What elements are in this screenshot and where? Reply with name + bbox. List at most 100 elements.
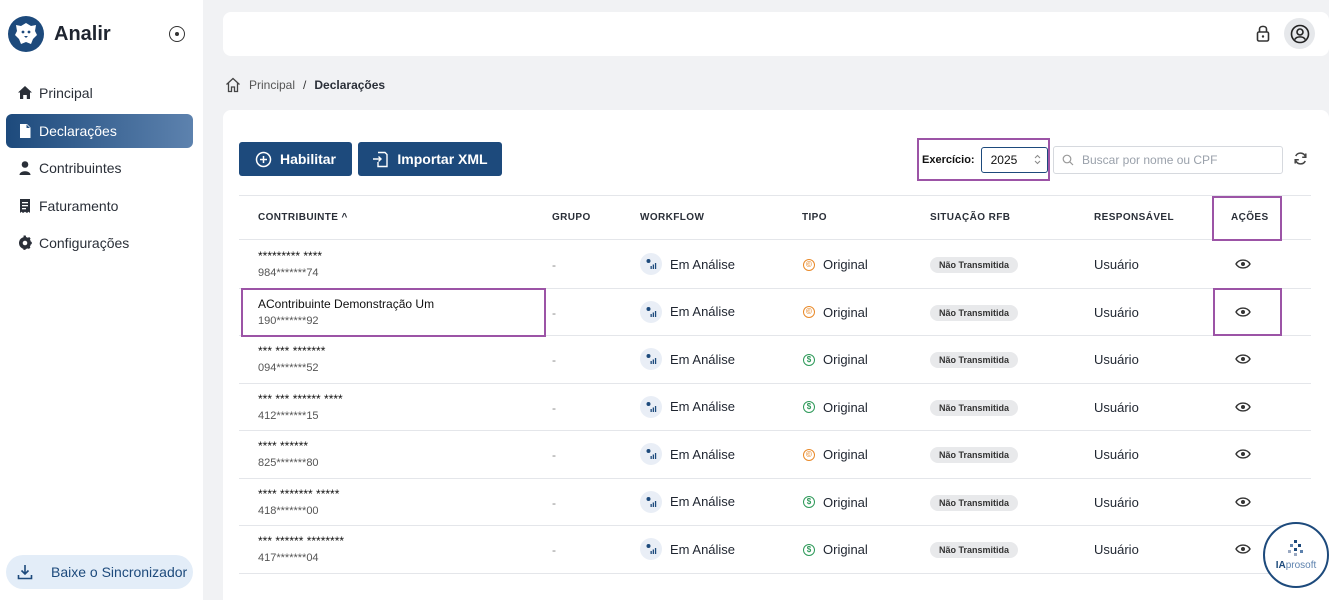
column-responsavel: RESPONSÁVEL [1094, 212, 1174, 223]
habilitar-button[interactable]: Habilitar [239, 142, 352, 176]
workflow-status: Em Análise [640, 490, 736, 513]
exercicio-label: Exercício: [922, 153, 975, 166]
breadcrumb-home-link[interactable]: Principal [249, 78, 295, 92]
plus-circle-icon [255, 151, 272, 167]
importar-xml-button[interactable]: Importar XML [358, 142, 502, 176]
download-sync-label: Baixe o Sincronizador [51, 564, 188, 580]
iaprosoft-assistant-widget[interactable]: IAprosoft [1263, 522, 1329, 588]
eye-icon[interactable] [1235, 401, 1251, 413]
table-header: CONTRIBUINTE ^ GRUPO WORKFLOW TIPO SITUA… [239, 195, 1311, 240]
grupo-value: - [552, 495, 556, 510]
table-row[interactable]: *** *** ******* 094*******52 - Em Análise $ O… [239, 336, 1311, 384]
column-contribuinte-label: CONTRIBUINTE [258, 212, 339, 223]
table-row[interactable]: *** ****** ******** 417*******04 - Em Análi… [239, 526, 1311, 574]
user-avatar[interactable] [1284, 18, 1315, 49]
contribuinte-cpf: 417*******04 [258, 552, 319, 564]
grupo-value: - [552, 400, 556, 415]
updown-chevron-icon [1034, 154, 1041, 165]
gear-icon [19, 235, 32, 250]
column-contribuinte[interactable]: CONTRIBUINTE ^ [258, 212, 348, 223]
sidebar-item-configuracoes[interactable]: Configurações [6, 226, 193, 260]
sort-asc-icon: ^ [341, 212, 348, 223]
grupo-value: - [552, 353, 556, 367]
sidebar-item-label: Configurações [39, 235, 130, 251]
search-placeholder: Buscar por nome ou CPF [1082, 153, 1218, 167]
download-icon [17, 565, 33, 580]
sidebar: Analir Principal Declarações Contribuint… [0, 0, 203, 600]
tipo-value: © Original [803, 257, 868, 272]
workflow-status: Em Análise [640, 395, 735, 418]
column-tipo: TIPO [802, 212, 827, 223]
table-row[interactable]: *** *** ****** **** 412*******15 - Em Análi… [239, 384, 1311, 431]
refresh-icon[interactable] [1293, 151, 1308, 166]
workflow-status: Em Análise [640, 348, 735, 370]
iaprosoft-logo-icon [1288, 540, 1303, 556]
eye-icon[interactable] [1235, 353, 1251, 365]
widget-brand-a: IA [1275, 560, 1286, 571]
sidebar-item-principal[interactable]: Principal [6, 76, 193, 110]
eye-icon[interactable] [1235, 258, 1251, 270]
workflow-chart-icon [640, 490, 662, 513]
table-row[interactable]: **** ****** 825*******80 - Em Análise © Origi… [239, 431, 1311, 479]
contribuinte-name: *** *** ******* [258, 344, 326, 358]
workflow-status: Em Análise [640, 443, 735, 465]
person-icon [19, 161, 31, 175]
status-badge: Não Transmitida [930, 257, 1019, 273]
sidebar-item-contribuintes[interactable]: Contribuintes [6, 151, 193, 185]
column-situacao-rfb: SITUAÇÃO RFB [930, 212, 1011, 223]
workflow-status: Em Análise [640, 300, 736, 323]
breadcrumb-current: Declarações [314, 78, 386, 92]
tipo-value: $ Original [803, 495, 868, 510]
table-row[interactable]: ********* **** 984*******74 - Em Análise © Or… [239, 241, 1311, 289]
responsavel-value: Usuário [1094, 352, 1139, 367]
grupo-value: - [552, 258, 556, 272]
contribuinte-name: *** *** ****** **** [258, 391, 343, 406]
workflow-label: Em Análise [670, 446, 736, 462]
sidebar-item-label: Principal [39, 85, 93, 101]
sidebar-nav: Principal Declarações Contribuintes Fatu… [6, 76, 193, 264]
workflow-chart-icon [640, 538, 662, 560]
widget-brand-b: prosoft [1285, 560, 1317, 571]
eye-icon[interactable] [1235, 543, 1251, 555]
table-row[interactable]: **** ******* ***** 418*******00 - Em Anális… [239, 479, 1311, 526]
status-badge: Não Transmitida [930, 494, 1019, 511]
responsavel-value: Usuário [1094, 399, 1139, 415]
file-import-icon [373, 151, 389, 167]
lock-icon[interactable] [1255, 24, 1271, 42]
status-badge: Não Transmitida [930, 542, 1019, 558]
tipo-label: Original [823, 542, 868, 557]
workflow-status: Em Análise [640, 538, 735, 560]
contribuinte-cpf: 825*******80 [258, 457, 319, 469]
tipo-label: Original [823, 304, 868, 320]
workflow-chart-icon [640, 300, 662, 323]
tipo-label: Original [823, 399, 868, 415]
acoes-header-highlight [1212, 196, 1282, 241]
contribuinte-cpf: 412*******15 [258, 409, 319, 422]
exercicio-filter-highlight: Exercício: 2025 [917, 138, 1050, 181]
column-grupo: GRUPO [552, 212, 591, 223]
exercicio-select[interactable]: 2025 [980, 146, 1048, 173]
importar-xml-label: Importar XML [397, 151, 488, 167]
sidebar-item-declaracoes[interactable]: Declarações [6, 113, 193, 148]
tipo-label: Original [823, 494, 868, 510]
tipo-value: $ Original [803, 400, 868, 415]
breadcrumb-separator: / [303, 78, 307, 92]
user-circle-icon [1290, 24, 1309, 43]
contribuinte-name: **** ****** [258, 439, 309, 453]
sidebar-collapse-icon[interactable] [169, 26, 185, 42]
download-sync-button[interactable]: Baixe o Sincronizador [6, 555, 193, 589]
grupo-value: - [552, 543, 556, 557]
search-input[interactable]: Buscar por nome ou CPF [1053, 146, 1283, 174]
home-outline-icon[interactable] [225, 77, 241, 93]
responsavel-value: Usuário [1094, 542, 1139, 557]
eye-icon[interactable] [1235, 496, 1251, 508]
workflow-label: Em Análise [670, 541, 736, 557]
tipo-coin-icon: © [803, 258, 815, 271]
workflow-label: Em Análise [670, 304, 736, 319]
brand[interactable]: Analir [8, 16, 111, 52]
eye-icon[interactable] [1235, 448, 1251, 460]
workflow-label: Em Análise [670, 494, 736, 509]
sidebar-item-faturamento[interactable]: Faturamento [6, 189, 193, 223]
tipo-coin-icon: $ [803, 353, 815, 366]
view-action-highlight [1213, 288, 1282, 336]
